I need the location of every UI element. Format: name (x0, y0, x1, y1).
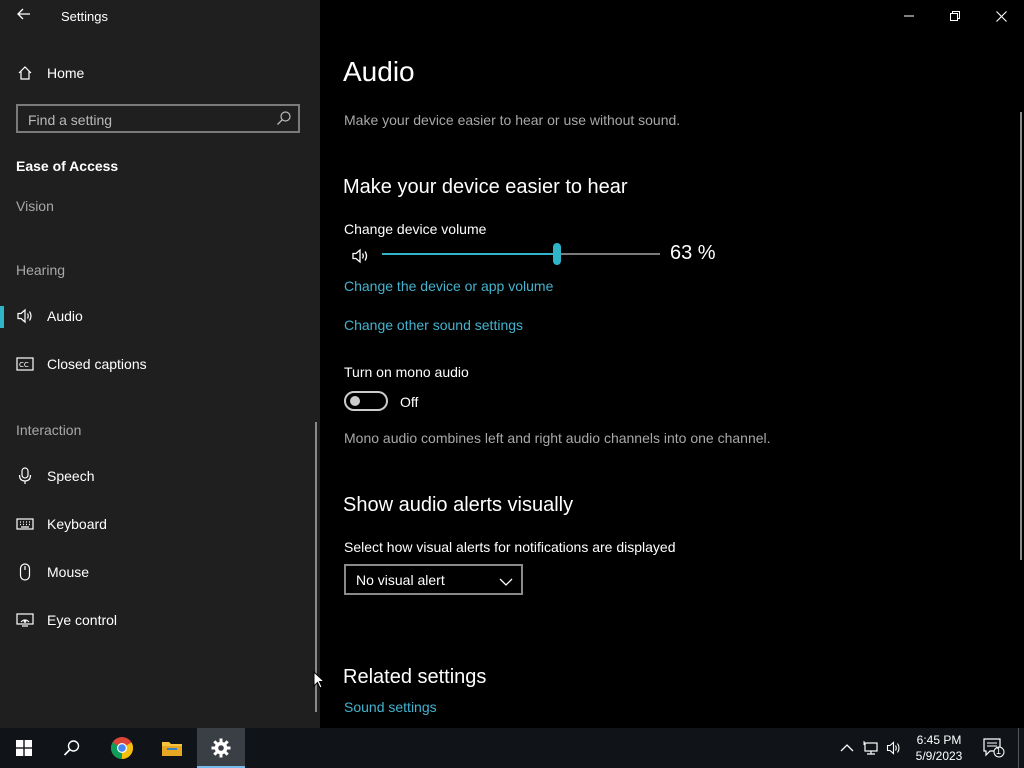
sidebar-item-home[interactable]: Home (0, 53, 318, 93)
volume-slider-fill (382, 253, 558, 255)
taskbar-clock[interactable]: 6:45 PM 5/9/2023 (908, 732, 970, 764)
sidebar-item-label: Audio (47, 308, 83, 324)
search-icon (63, 740, 80, 756)
change-app-volume-link[interactable]: Change the device or app volume (344, 278, 553, 294)
network-icon[interactable] (863, 740, 879, 756)
minimize-button[interactable] (886, 0, 932, 32)
volume-label: Change device volume (344, 221, 487, 237)
close-button[interactable] (978, 0, 1024, 32)
windows-logo-icon (16, 740, 32, 756)
mouse-cursor-icon (313, 670, 326, 694)
sidebar-item-label: Keyboard (47, 516, 107, 532)
taskbar-file-explorer-button[interactable] (148, 728, 196, 768)
gear-icon (211, 738, 231, 758)
section-heading-related: Related settings (343, 666, 487, 688)
section-header-hearing: Hearing (16, 262, 66, 278)
category-title: Ease of Access (16, 158, 119, 174)
sidebar-scrollbar[interactable] (315, 422, 317, 712)
volume-speaker-icon[interactable] (351, 248, 371, 269)
section-header-interaction: Interaction (16, 422, 82, 438)
keyboard-icon (16, 515, 34, 533)
speaker-icon (16, 307, 34, 325)
mono-audio-toggle[interactable] (344, 391, 388, 411)
sidebar-item-speech[interactable]: Speech (0, 456, 318, 496)
clock-time: 6:45 PM (916, 733, 962, 747)
restore-icon (950, 11, 960, 21)
section-heading-hear: Make your device easier to hear (343, 176, 628, 198)
sidebar-item-eye-control[interactable]: Eye control (0, 600, 318, 640)
taskbar-search-button[interactable] (48, 728, 96, 768)
chevron-up-icon[interactable] (840, 740, 856, 756)
toggle-knob (350, 396, 360, 406)
search-box[interactable] (16, 104, 300, 133)
section-header-vision: Vision (16, 198, 54, 214)
change-other-sound-link[interactable]: Change other sound settings (344, 317, 523, 333)
restore-button[interactable] (932, 0, 978, 32)
sidebar-item-mouse[interactable]: Mouse (0, 552, 318, 592)
sidebar-item-closed-captions[interactable]: CC Closed captions (0, 344, 318, 384)
volume-value: 63 % (670, 242, 716, 264)
page-title: Audio (343, 56, 415, 87)
notification-count: 1 (996, 746, 1002, 756)
window-title: Settings (61, 9, 108, 24)
start-button[interactable] (0, 728, 48, 768)
main-scrollbar[interactable] (1020, 112, 1022, 560)
sidebar-item-audio[interactable]: Audio (0, 296, 318, 336)
microphone-icon (16, 467, 34, 485)
volume-tray-icon[interactable] (886, 740, 902, 756)
page-subtitle: Make your device easier to hear or use w… (344, 112, 681, 128)
settings-sidebar: Settings Home Ease of Access Vision Hear… (0, 0, 320, 728)
mono-audio-label: Turn on mono audio (344, 364, 469, 380)
sidebar-item-label: Mouse (47, 564, 90, 580)
search-icon[interactable] (276, 110, 292, 126)
volume-slider[interactable] (382, 243, 660, 265)
visual-alerts-dropdown[interactable]: No visual alert (344, 564, 523, 595)
mouse-icon (16, 563, 34, 581)
sidebar-item-keyboard[interactable]: Keyboard (0, 504, 318, 544)
mono-audio-state: Off (400, 394, 419, 410)
notification-icon (983, 738, 1005, 758)
chevron-down-icon (499, 574, 513, 586)
back-arrow-icon[interactable] (14, 6, 34, 26)
clock-date: 5/9/2023 (915, 749, 963, 763)
eye-control-icon (16, 611, 34, 629)
sidebar-item-label: Home (47, 65, 85, 81)
notifications-button[interactable]: 1 (983, 738, 1005, 758)
sidebar-item-label: Closed captions (47, 356, 147, 372)
taskbar: 6:45 PM 5/9/2023 1 (0, 728, 1024, 768)
svg-text:CC: CC (19, 361, 29, 369)
volume-slider-thumb[interactable] (553, 243, 562, 265)
folder-icon (162, 742, 182, 756)
taskbar-settings-button[interactable] (197, 728, 245, 768)
chrome-icon (111, 737, 133, 759)
sidebar-item-label: Eye control (47, 612, 118, 628)
close-icon (995, 10, 1007, 22)
minimize-icon (904, 15, 914, 17)
show-desktop-button[interactable] (1018, 728, 1019, 768)
visual-alerts-label: Select how visual alerts for notificatio… (344, 539, 676, 555)
home-icon (16, 64, 34, 82)
section-heading-alerts: Show audio alerts visually (343, 494, 574, 516)
sound-settings-link[interactable]: Sound settings (344, 699, 437, 715)
taskbar-chrome-button[interactable] (98, 728, 146, 768)
search-input[interactable] (18, 106, 280, 133)
sidebar-item-label: Speech (47, 468, 95, 484)
cc-icon: CC (16, 355, 34, 373)
dropdown-selected-value: No visual alert (356, 572, 445, 588)
mono-audio-description: Mono audio combines left and right audio… (344, 430, 771, 446)
